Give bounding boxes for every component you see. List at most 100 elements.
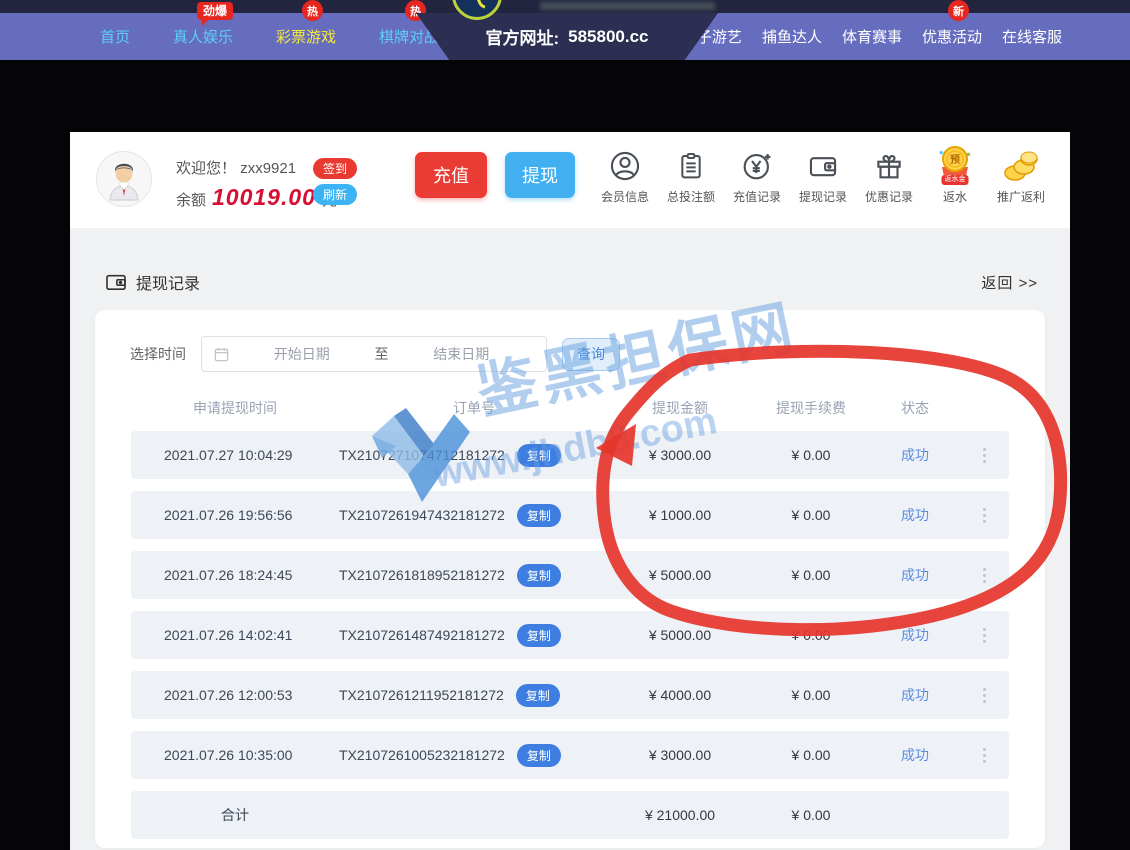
date-range-input[interactable]: 开始日期 至 结束日期 bbox=[201, 336, 547, 372]
avatar bbox=[96, 151, 152, 207]
hot-circle-badge: 热 bbox=[302, 0, 323, 21]
order-number: TX2107271074712181272 bbox=[339, 447, 505, 463]
row-actions-button[interactable] bbox=[959, 568, 1009, 583]
copy-button[interactable]: 复制 bbox=[516, 684, 560, 707]
withdraw-table: 申请提现时间 订单号 提现金额 提现手续费 状态 2021.07.27 10:0… bbox=[95, 372, 1045, 839]
rebate-coin-char: 预 bbox=[950, 154, 960, 166]
cell-order: TX2107261818952181272 复制 bbox=[339, 564, 609, 587]
row-actions-button[interactable] bbox=[959, 748, 1009, 763]
official-url-panel: 官方网址: 585800.cc bbox=[416, 13, 718, 60]
col-header-time: 申请提现时间 bbox=[131, 398, 339, 418]
official-url-label: 官方网址: bbox=[485, 24, 559, 49]
cell-time: 2021.07.26 18:24:45 bbox=[131, 567, 339, 583]
table-row: 2021.07.26 14:02:41 TX210726148749218127… bbox=[131, 611, 1009, 659]
cell-order: TX2107261211952181272 复制 bbox=[339, 684, 609, 707]
refresh-balance-button[interactable]: 刷新 bbox=[313, 184, 357, 205]
cell-fee: ¥ 0.00 bbox=[751, 747, 871, 763]
date-separator: 至 bbox=[375, 344, 389, 364]
status-badge: 成功 bbox=[871, 625, 959, 645]
col-header-amount: 提现金额 bbox=[609, 398, 751, 418]
cell-time: 2021.07.27 10:04:29 bbox=[131, 447, 339, 463]
status-badge: 成功 bbox=[871, 505, 959, 525]
cell-fee: ¥ 0.00 bbox=[751, 687, 871, 703]
nav-item-label: 真人娱乐 bbox=[173, 29, 233, 46]
copy-button[interactable]: 复制 bbox=[517, 624, 561, 647]
shortcut-rebate[interactable]: 预 返水金 返水 bbox=[922, 145, 988, 205]
new-circle-badge: 新 bbox=[948, 0, 969, 21]
shortcut-promo-records[interactable]: 优惠记录 bbox=[856, 145, 922, 205]
total-fee: ¥ 0.00 bbox=[751, 807, 871, 823]
row-actions-button[interactable] bbox=[959, 508, 1009, 523]
table-row: 2021.07.26 18:24:45 TX210726181895218127… bbox=[131, 551, 1009, 599]
nav-item-fishing[interactable]: 捕鱼达人 bbox=[762, 26, 822, 47]
nav-item-home[interactable]: 首页 bbox=[100, 26, 130, 47]
status-badge: 成功 bbox=[871, 445, 959, 465]
start-date-placeholder: 开始日期 bbox=[229, 344, 375, 364]
cell-amount: ¥ 3000.00 bbox=[609, 747, 751, 763]
nav-item-customer-service[interactable]: 在线客服 bbox=[1002, 26, 1062, 47]
cell-time: 2021.07.26 19:56:56 bbox=[131, 507, 339, 523]
table-row: 2021.07.27 10:04:29 TX210727107471218127… bbox=[131, 431, 1009, 479]
member-shortcuts: 会员信息 总投注额 充值记录 bbox=[592, 145, 1054, 205]
nav-item-sports[interactable]: 体育赛事 bbox=[842, 26, 902, 47]
official-url-value: 585800.cc bbox=[568, 27, 648, 47]
cell-time: 2021.07.26 14:02:41 bbox=[131, 627, 339, 643]
search-button[interactable]: 查询 bbox=[562, 338, 620, 371]
status-badge: 成功 bbox=[871, 685, 959, 705]
shortcut-label: 充值记录 bbox=[733, 188, 781, 205]
copy-button[interactable]: 复制 bbox=[517, 744, 561, 767]
shortcut-withdraw-records[interactable]: 提现记录 bbox=[790, 145, 856, 205]
nav-item-label: 优惠活动 bbox=[922, 29, 982, 46]
shortcut-label: 会员信息 bbox=[601, 188, 649, 205]
cell-fee: ¥ 0.00 bbox=[751, 507, 871, 523]
user-icon bbox=[608, 145, 642, 183]
table-header-row: 申请提现时间 订单号 提现金额 提现手续费 状态 bbox=[131, 385, 1009, 431]
welcome-text: 欢迎您！ bbox=[176, 160, 236, 177]
shortcut-total-bets[interactable]: 总投注额 bbox=[658, 145, 724, 205]
table-row: 2021.07.26 12:00:53 TX210726121195218127… bbox=[131, 671, 1009, 719]
shortcut-deposit-records[interactable]: 充值记录 bbox=[724, 145, 790, 205]
shortcut-referral-rebate[interactable]: 推广返利 bbox=[988, 145, 1054, 205]
rebate-tag: 返水金 bbox=[942, 175, 969, 185]
order-number: TX2107261005232181272 bbox=[339, 747, 505, 763]
shortcut-member-info[interactable]: 会员信息 bbox=[592, 145, 658, 205]
rebate-coin-icon: 预 返水金 bbox=[938, 145, 972, 183]
balance-amount: 10019.00 bbox=[212, 184, 316, 211]
copy-button[interactable]: 复制 bbox=[517, 564, 561, 587]
table-row: 2021.07.26 19:56:56 TX210726194743218127… bbox=[131, 491, 1009, 539]
col-header-status: 状态 bbox=[871, 398, 959, 418]
nav-item-promotions[interactable]: 优惠活动 新 bbox=[922, 26, 982, 47]
user-header: 欢迎您！ zxx9921 余额 10019.00 元 签到 刷新 充值 提现 会… bbox=[70, 132, 1070, 228]
deposit-button[interactable]: 充值 bbox=[415, 152, 487, 198]
status-badge: 成功 bbox=[871, 745, 959, 765]
total-label: 合计 bbox=[131, 805, 339, 825]
records-section: 提现记录 返回 >> 选择时间 开始日期 至 结束日期 查询 bbox=[70, 228, 1070, 850]
nav-item-lottery[interactable]: 彩票游戏 热 bbox=[276, 26, 336, 47]
table-row: 2021.07.26 10:35:00 TX210726100523218127… bbox=[131, 731, 1009, 779]
yen-plus-icon bbox=[740, 145, 774, 183]
cell-amount: ¥ 1000.00 bbox=[609, 507, 751, 523]
nav-item-live-casino[interactable]: 真人娱乐 劲爆 bbox=[173, 26, 233, 47]
row-actions-button[interactable] bbox=[959, 448, 1009, 463]
row-actions-button[interactable] bbox=[959, 628, 1009, 643]
hot-tag-badge: 劲爆 bbox=[197, 2, 233, 20]
status-badge: 成功 bbox=[871, 565, 959, 585]
copy-button[interactable]: 复制 bbox=[517, 444, 561, 467]
cell-amount: ¥ 5000.00 bbox=[609, 627, 751, 643]
nav-left-menu: 首页 真人娱乐 劲爆 彩票游戏 热 棋牌对战 热 bbox=[100, 13, 439, 60]
sign-in-button[interactable]: 签到 bbox=[313, 158, 357, 179]
cell-amount: ¥ 4000.00 bbox=[609, 687, 751, 703]
row-actions-button[interactable] bbox=[959, 688, 1009, 703]
copy-button[interactable]: 复制 bbox=[517, 504, 561, 527]
order-number: TX2107261818952181272 bbox=[339, 567, 505, 583]
back-link[interactable]: 返回 >> bbox=[981, 272, 1038, 293]
section-header: 提现记录 返回 >> bbox=[70, 228, 1070, 294]
cell-order: TX2107261947432181272 复制 bbox=[339, 504, 609, 527]
cell-fee: ¥ 0.00 bbox=[751, 627, 871, 643]
cell-order: TX2107261005232181272 复制 bbox=[339, 744, 609, 767]
cell-amount: ¥ 3000.00 bbox=[609, 447, 751, 463]
welcome-line: 欢迎您！ zxx9921 bbox=[176, 157, 296, 178]
section-title: 提现记录 bbox=[136, 270, 200, 294]
table-body: 2021.07.27 10:04:29 TX210727107471218127… bbox=[131, 431, 1009, 779]
withdraw-button[interactable]: 提现 bbox=[505, 152, 575, 198]
